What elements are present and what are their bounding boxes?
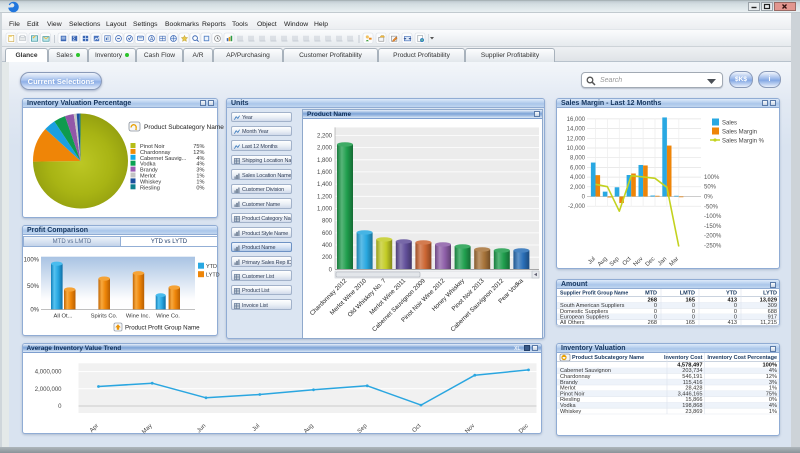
svg-text:Sales Margin %: Sales Margin % — [722, 138, 765, 144]
svg-text:1,600: 1,600 — [317, 169, 333, 175]
svg-text:2,000: 2,000 — [570, 184, 586, 190]
svg-text:14,000: 14,000 — [567, 126, 586, 132]
svg-text:Sep: Sep — [356, 423, 368, 435]
svg-text:1,200: 1,200 — [317, 194, 333, 200]
svg-text:Product Subcategory Name: Product Subcategory Name — [572, 355, 644, 361]
svg-text:Inventory Cost: Inventory Cost — [664, 355, 703, 361]
svg-text:All Ot...: All Ot... — [53, 314, 72, 320]
svg-text:1,800: 1,800 — [317, 157, 333, 163]
svg-text:6,000: 6,000 — [570, 165, 586, 171]
svg-text:8,000: 8,000 — [570, 155, 586, 161]
svg-text:100%: 100% — [24, 257, 40, 263]
svg-text:Mar: Mar — [669, 256, 681, 268]
svg-text:Jun: Jun — [196, 423, 207, 434]
svg-text:4,000: 4,000 — [570, 175, 586, 181]
svg-text:4,000,000: 4,000,000 — [34, 370, 61, 376]
svg-text:Jan: Jan — [657, 256, 668, 267]
svg-text:-250%: -250% — [704, 243, 722, 249]
svg-text:YTD: YTD — [206, 264, 217, 270]
svg-text:0%: 0% — [30, 308, 39, 314]
svg-text:2,000,000: 2,000,000 — [34, 387, 61, 393]
svg-text:50%: 50% — [704, 184, 717, 190]
svg-text:0: 0 — [58, 404, 62, 410]
svg-text:Nov: Nov — [633, 256, 645, 268]
svg-text:1,000: 1,000 — [317, 206, 333, 212]
svg-text:YTD: YTD — [726, 291, 737, 297]
svg-text:Apr: Apr — [89, 423, 100, 434]
svg-text:200: 200 — [322, 255, 333, 261]
svg-text:Inventory Cost Percentage: Inventory Cost Percentage — [707, 355, 777, 361]
svg-text:Sales Margin: Sales Margin — [722, 129, 757, 135]
svg-text:Riesling: Riesling — [140, 185, 160, 191]
svg-text:MTD: MTD — [645, 291, 657, 297]
svg-text:800: 800 — [322, 218, 333, 224]
svg-text:Oct: Oct — [411, 423, 422, 434]
svg-text:Dec: Dec — [518, 423, 530, 435]
svg-text:Spirits Co.: Spirits Co. — [91, 314, 118, 320]
svg-text:Sales: Sales — [722, 120, 737, 126]
svg-text:Wine Inc.: Wine Inc. — [126, 314, 151, 320]
svg-text:Jul: Jul — [587, 256, 597, 266]
svg-text:600: 600 — [322, 230, 333, 236]
svg-text:-100%: -100% — [704, 214, 722, 220]
svg-text:10,000: 10,000 — [567, 146, 586, 152]
svg-text:400: 400 — [322, 243, 333, 249]
svg-text:LYTD: LYTD — [763, 291, 777, 297]
svg-text:Jul: Jul — [251, 423, 261, 433]
svg-text:LMTD: LMTD — [680, 291, 695, 297]
svg-text:Product Profit Group Name: Product Profit Group Name — [125, 325, 200, 332]
svg-text:LYTD: LYTD — [206, 273, 220, 279]
svg-text:2,000: 2,000 — [317, 145, 333, 151]
svg-text:-200%: -200% — [704, 233, 722, 239]
svg-text:Wine Co.: Wine Co. — [156, 314, 180, 320]
svg-text:0: 0 — [582, 194, 586, 200]
svg-text:16,000: 16,000 — [567, 116, 586, 122]
svg-text:12,000: 12,000 — [567, 136, 586, 142]
svg-text:100%: 100% — [704, 174, 720, 180]
svg-text:0: 0 — [329, 267, 333, 273]
svg-text:-150%: -150% — [704, 223, 722, 229]
svg-text:2,200: 2,200 — [317, 133, 333, 139]
svg-text:Oct: Oct — [622, 255, 633, 266]
svg-text:Sep: Sep — [609, 255, 621, 267]
svg-text:-2,000: -2,000 — [568, 204, 586, 210]
svg-text:0%: 0% — [704, 194, 713, 200]
svg-text:Aug: Aug — [303, 423, 315, 435]
svg-text:1,400: 1,400 — [317, 182, 333, 188]
svg-text:-50%: -50% — [704, 204, 719, 210]
svg-text:Nov: Nov — [464, 423, 476, 435]
svg-text:50%: 50% — [27, 284, 40, 290]
svg-text:0%: 0% — [196, 185, 204, 191]
svg-text:Dec: Dec — [645, 256, 657, 268]
svg-text:Product Subcategory Name: Product Subcategory Name — [144, 124, 224, 131]
svg-text:May: May — [141, 423, 153, 435]
svg-text:Supplier Profit Group Name: Supplier Profit Group Name — [560, 291, 628, 297]
svg-text:Aug: Aug — [597, 256, 609, 268]
